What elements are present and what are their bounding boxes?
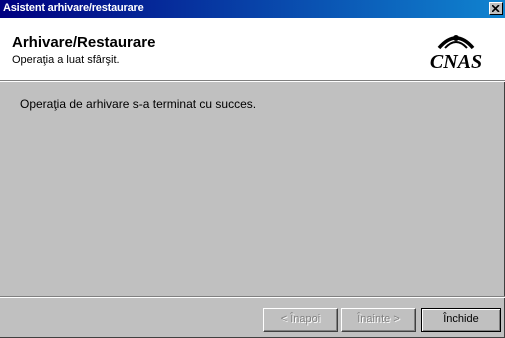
- page-title: Arhivare/Restaurare: [12, 34, 156, 51]
- cnas-logo: CNAS: [430, 35, 482, 73]
- footer-divider: [0, 296, 505, 298]
- close-icon: [492, 5, 500, 12]
- back-button[interactable]: < Înapoi: [263, 308, 338, 332]
- wizard-header: Arhivare/Restaurare Operaţia a luat sfâr…: [0, 18, 505, 80]
- close-window-button[interactable]: [489, 2, 503, 15]
- completion-message: Operaţia de arhivare s-a terminat cu suc…: [20, 97, 257, 111]
- page-subtitle: Operaţia a luat sfârşit.: [12, 54, 120, 66]
- svg-text:CNAS: CNAS: [430, 51, 482, 73]
- wizard-dialog: Asistent arhivare/restaurare Arhivare/Re…: [0, 0, 505, 338]
- title-bar[interactable]: Asistent arhivare/restaurare: [0, 0, 505, 18]
- header-divider: [0, 80, 505, 82]
- next-button[interactable]: Înainte >: [341, 308, 416, 332]
- window-title: Asistent arhivare/restaurare: [3, 2, 144, 14]
- close-button[interactable]: Închide: [421, 308, 501, 332]
